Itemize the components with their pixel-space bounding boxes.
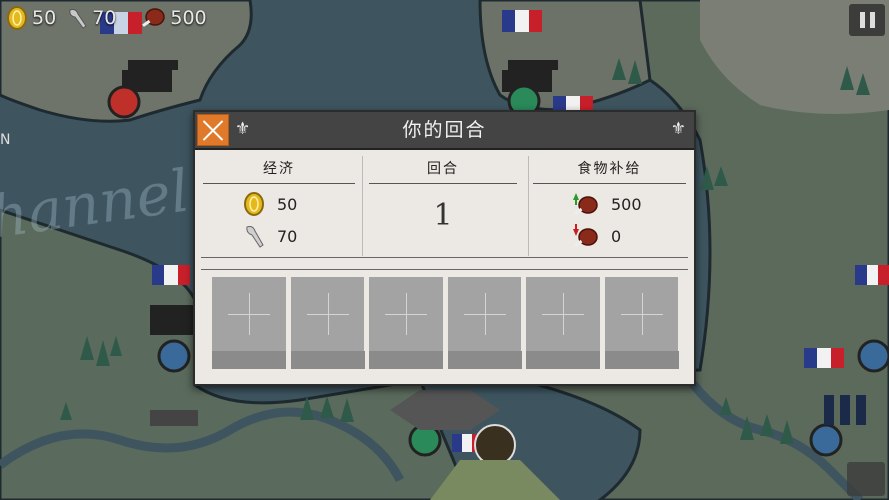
dialog-header: 你的回合 ⚜ ⚜ (195, 112, 694, 150)
close-button[interactable] (197, 114, 229, 146)
supply-section: 食物补给 500 0 (529, 158, 690, 254)
divider (201, 269, 688, 270)
empty-card-slot[interactable] (526, 277, 600, 369)
divider (201, 257, 688, 258)
meat-icon (573, 224, 598, 247)
food-resource: 500 (140, 6, 207, 30)
empty-card-slot[interactable] (604, 277, 679, 369)
economy-industry-row: 70 (243, 220, 359, 252)
empty-card-slot[interactable] (212, 277, 286, 369)
economy-industry-value: 70 (277, 226, 298, 246)
fleur-icon: ⚜ (670, 119, 686, 139)
map-edge-label: N (0, 132, 11, 148)
wrench-icon (69, 9, 87, 29)
wrench-icon (246, 226, 264, 248)
economy-header: 经济 (203, 158, 355, 184)
fleur-icon: ⚜ (235, 119, 251, 139)
industry-resource: 70 (66, 6, 116, 30)
empty-card-slot[interactable] (369, 277, 443, 369)
economy-gold-row: 50 (243, 188, 359, 220)
supply-income-value: 500 (611, 194, 642, 214)
turn-value: 1 (433, 198, 453, 233)
empty-card-slot[interactable] (447, 277, 522, 369)
turn-header: 回合 (369, 158, 517, 184)
meat-icon (573, 193, 598, 215)
supply-expense-value: 0 (611, 226, 622, 246)
dialog-title: 你的回合 (402, 119, 487, 141)
card-slots (212, 277, 679, 369)
empty-card-slot[interactable] (290, 277, 365, 369)
meat-icon (142, 8, 166, 27)
supply-expense-row: 0 (569, 220, 690, 252)
gold-resource: 50 (6, 6, 56, 30)
gold-coin-icon (244, 192, 264, 216)
pause-icon (859, 12, 865, 28)
divider (362, 156, 363, 256)
economy-gold-value: 50 (277, 194, 298, 214)
resource-bar: 50 70 500 (0, 0, 207, 36)
economy-section: 经济 50 70 (199, 158, 359, 254)
gold-coin-icon (7, 6, 27, 30)
your-turn-dialog: 你的回合 ⚜ ⚜ 经济 50 70 回合 1 食物补给 500 0 (193, 110, 696, 386)
food-value: 500 (170, 7, 207, 29)
supply-header: 食物补给 (533, 158, 686, 184)
pause-button[interactable] (849, 4, 885, 36)
industry-value: 70 (92, 7, 117, 29)
map-tool-button[interactable] (847, 462, 885, 496)
gold-value: 50 (32, 7, 57, 29)
turn-section: 回合 1 (365, 158, 521, 254)
supply-income-row: 500 (569, 188, 690, 220)
